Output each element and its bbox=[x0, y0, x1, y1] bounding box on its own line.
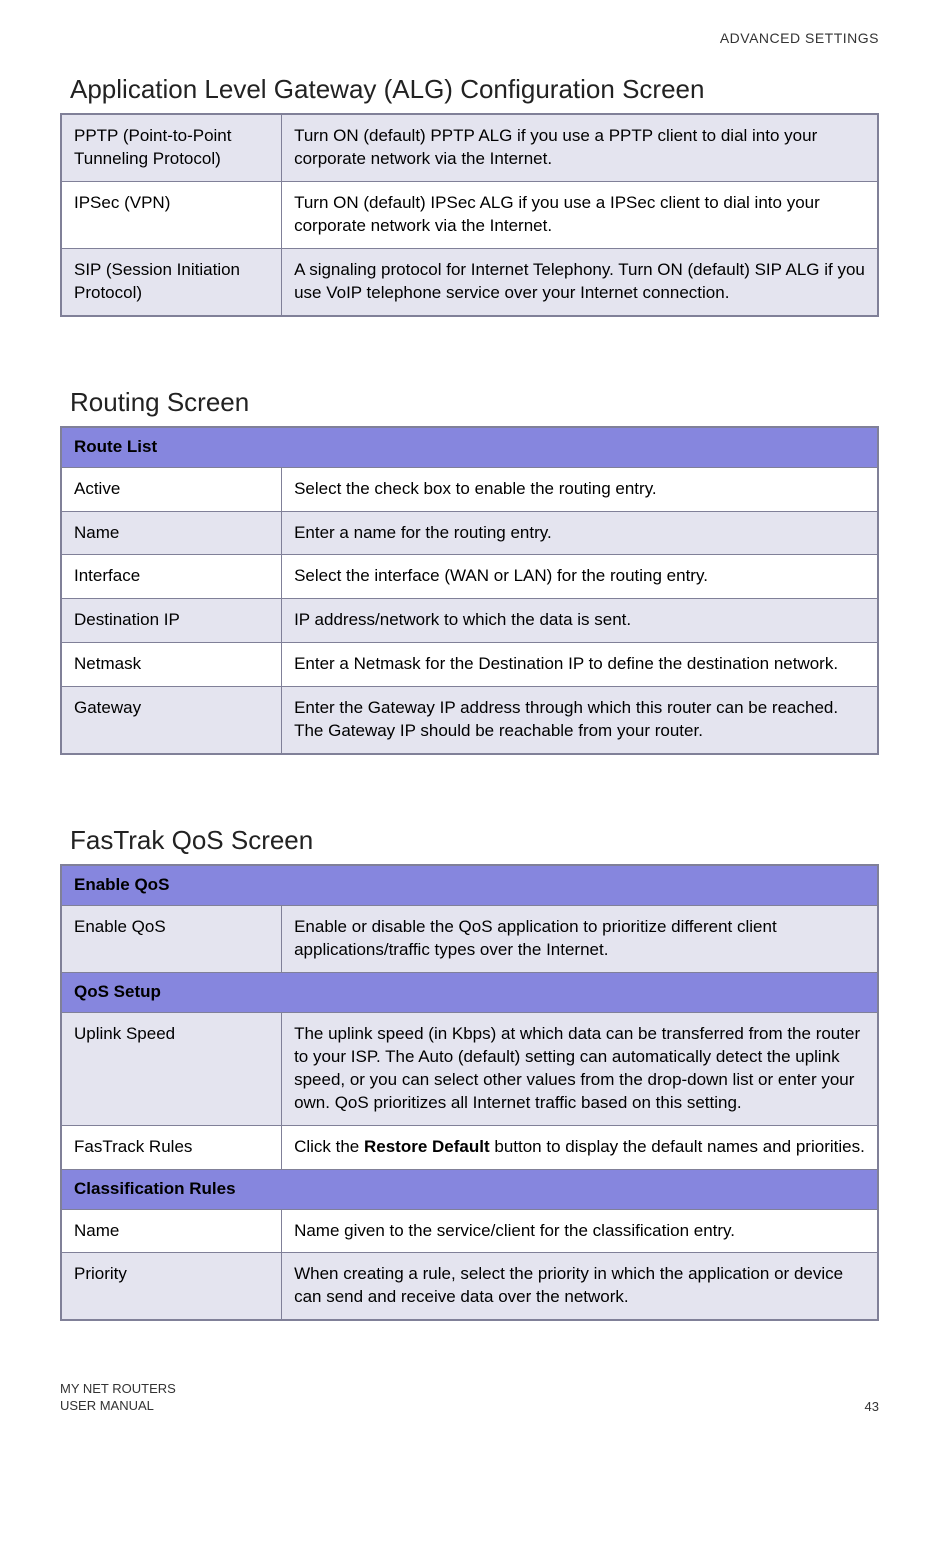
table-row: Name Enter a name for the routing entry. bbox=[61, 511, 878, 555]
footer-line2: USER MANUAL bbox=[60, 1398, 176, 1414]
qos-section: FasTrak QoS Screen Enable QoS Enable QoS… bbox=[60, 825, 879, 1321]
qos-uplink-label: Uplink Speed bbox=[61, 1012, 282, 1125]
alg-row-label: SIP (Session Initiation Protocol) bbox=[61, 248, 282, 315]
routing-row-label: Destination IP bbox=[61, 599, 282, 643]
footer-line1: MY NET ROUTERS bbox=[60, 1381, 176, 1397]
qos-rules-pre: Click the bbox=[294, 1137, 364, 1156]
table-row: Gateway Enter the Gateway IP address thr… bbox=[61, 687, 878, 754]
routing-row-label: Interface bbox=[61, 555, 282, 599]
routing-row-desc: Enter a Netmask for the Destination IP t… bbox=[282, 643, 878, 687]
table-row: Priority When creating a rule, select th… bbox=[61, 1253, 878, 1320]
table-row: Interface Select the interface (WAN or L… bbox=[61, 555, 878, 599]
qos-rules-label: FasTrack Rules bbox=[61, 1125, 282, 1169]
qos-enable-header: Enable QoS bbox=[61, 865, 878, 905]
routing-header-cell: Route List bbox=[61, 427, 878, 467]
table-row: Name Name given to the service/client fo… bbox=[61, 1209, 878, 1253]
qos-priority-label: Priority bbox=[61, 1253, 282, 1320]
qos-setup-header-cell: QoS Setup bbox=[61, 972, 878, 1012]
qos-name-desc: Name given to the service/client for the… bbox=[282, 1209, 878, 1253]
qos-rules-bold: Restore Default bbox=[364, 1137, 490, 1156]
routing-row-desc: Enter a name for the routing entry. bbox=[282, 511, 878, 555]
page-header-section: ADVANCED SETTINGS bbox=[60, 30, 879, 46]
footer-left: MY NET ROUTERS USER MANUAL bbox=[60, 1381, 176, 1414]
qos-class-header-cell: Classification Rules bbox=[61, 1169, 878, 1209]
alg-row-desc: Turn ON (default) IPSec ALG if you use a… bbox=[282, 181, 878, 248]
qos-setup-header: QoS Setup bbox=[61, 972, 878, 1012]
table-row: FasTrack Rules Click the Restore Default… bbox=[61, 1125, 878, 1169]
qos-rules-post: button to display the default names and … bbox=[490, 1137, 865, 1156]
table-row: Destination IP IP address/network to whi… bbox=[61, 599, 878, 643]
qos-enable-label: Enable QoS bbox=[61, 906, 282, 973]
table-row: SIP (Session Initiation Protocol) A sign… bbox=[61, 248, 878, 315]
table-row: Enable QoS Enable or disable the QoS app… bbox=[61, 906, 878, 973]
alg-section: Application Level Gateway (ALG) Configur… bbox=[60, 74, 879, 317]
alg-row-label: PPTP (Point-to-Point Tunneling Protocol) bbox=[61, 114, 282, 181]
qos-enable-desc: Enable or disable the QoS application to… bbox=[282, 906, 878, 973]
routing-table-header: Route List bbox=[61, 427, 878, 467]
routing-row-label: Gateway bbox=[61, 687, 282, 754]
alg-table: PPTP (Point-to-Point Tunneling Protocol)… bbox=[60, 113, 879, 317]
routing-section: Routing Screen Route List Active Select … bbox=[60, 387, 879, 756]
qos-rules-desc: Click the Restore Default button to disp… bbox=[282, 1125, 878, 1169]
table-row: PPTP (Point-to-Point Tunneling Protocol)… bbox=[61, 114, 878, 181]
table-row: IPSec (VPN) Turn ON (default) IPSec ALG … bbox=[61, 181, 878, 248]
qos-uplink-desc: The uplink speed (in Kbps) at which data… bbox=[282, 1012, 878, 1125]
table-row: Active Select the check box to enable th… bbox=[61, 467, 878, 511]
routing-row-label: Name bbox=[61, 511, 282, 555]
routing-row-desc: Enter the Gateway IP address through whi… bbox=[282, 687, 878, 754]
qos-name-label: Name bbox=[61, 1209, 282, 1253]
alg-row-desc: A signaling protocol for Internet Teleph… bbox=[282, 248, 878, 315]
qos-class-header: Classification Rules bbox=[61, 1169, 878, 1209]
routing-table: Route List Active Select the check box t… bbox=[60, 426, 879, 756]
qos-enable-header-cell: Enable QoS bbox=[61, 865, 878, 905]
alg-row-desc: Turn ON (default) PPTP ALG if you use a … bbox=[282, 114, 878, 181]
alg-row-label: IPSec (VPN) bbox=[61, 181, 282, 248]
page-number: 43 bbox=[865, 1399, 879, 1414]
routing-row-desc: Select the check box to enable the routi… bbox=[282, 467, 878, 511]
table-row: Netmask Enter a Netmask for the Destinat… bbox=[61, 643, 878, 687]
routing-row-label: Active bbox=[61, 467, 282, 511]
qos-title: FasTrak QoS Screen bbox=[60, 825, 879, 856]
routing-row-desc: Select the interface (WAN or LAN) for th… bbox=[282, 555, 878, 599]
routing-title: Routing Screen bbox=[60, 387, 879, 418]
routing-row-desc: IP address/network to which the data is … bbox=[282, 599, 878, 643]
table-row: Uplink Speed The uplink speed (in Kbps) … bbox=[61, 1012, 878, 1125]
qos-table: Enable QoS Enable QoS Enable or disable … bbox=[60, 864, 879, 1321]
routing-row-label: Netmask bbox=[61, 643, 282, 687]
alg-title: Application Level Gateway (ALG) Configur… bbox=[60, 74, 879, 105]
page-footer: MY NET ROUTERS USER MANUAL 43 bbox=[60, 1381, 879, 1414]
qos-priority-desc: When creating a rule, select the priorit… bbox=[282, 1253, 878, 1320]
